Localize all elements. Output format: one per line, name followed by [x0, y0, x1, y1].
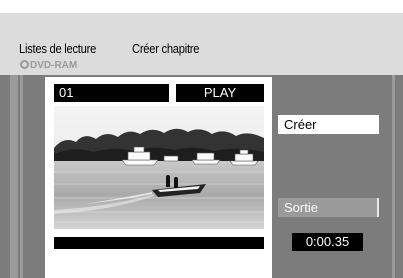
dvd-ram-label: DVD-RAM: [30, 60, 78, 71]
timeline-bar[interactable]: [54, 237, 264, 249]
motorboat-scene-image: [54, 106, 264, 229]
position-marker-icon: [68, 254, 74, 259]
exit-button[interactable]: Sortie: [278, 198, 379, 217]
playback-status: PLAY: [176, 84, 264, 102]
top-strip: [0, 0, 403, 13]
disc-icon: [20, 60, 29, 69]
create-chapter-menu-item[interactable]: Créer chapitre: [132, 41, 199, 56]
left-rail: [10, 75, 23, 278]
dvd-ram-badge: DVD-RAM: [20, 60, 77, 71]
timecode-display: 0:00.35: [292, 233, 363, 251]
create-button[interactable]: Créer: [278, 115, 379, 134]
title-number: 01: [54, 84, 169, 102]
video-preview: [54, 106, 264, 229]
playlists-menu-item[interactable]: Listes de lecture: [19, 41, 96, 56]
right-rail: [392, 75, 395, 278]
